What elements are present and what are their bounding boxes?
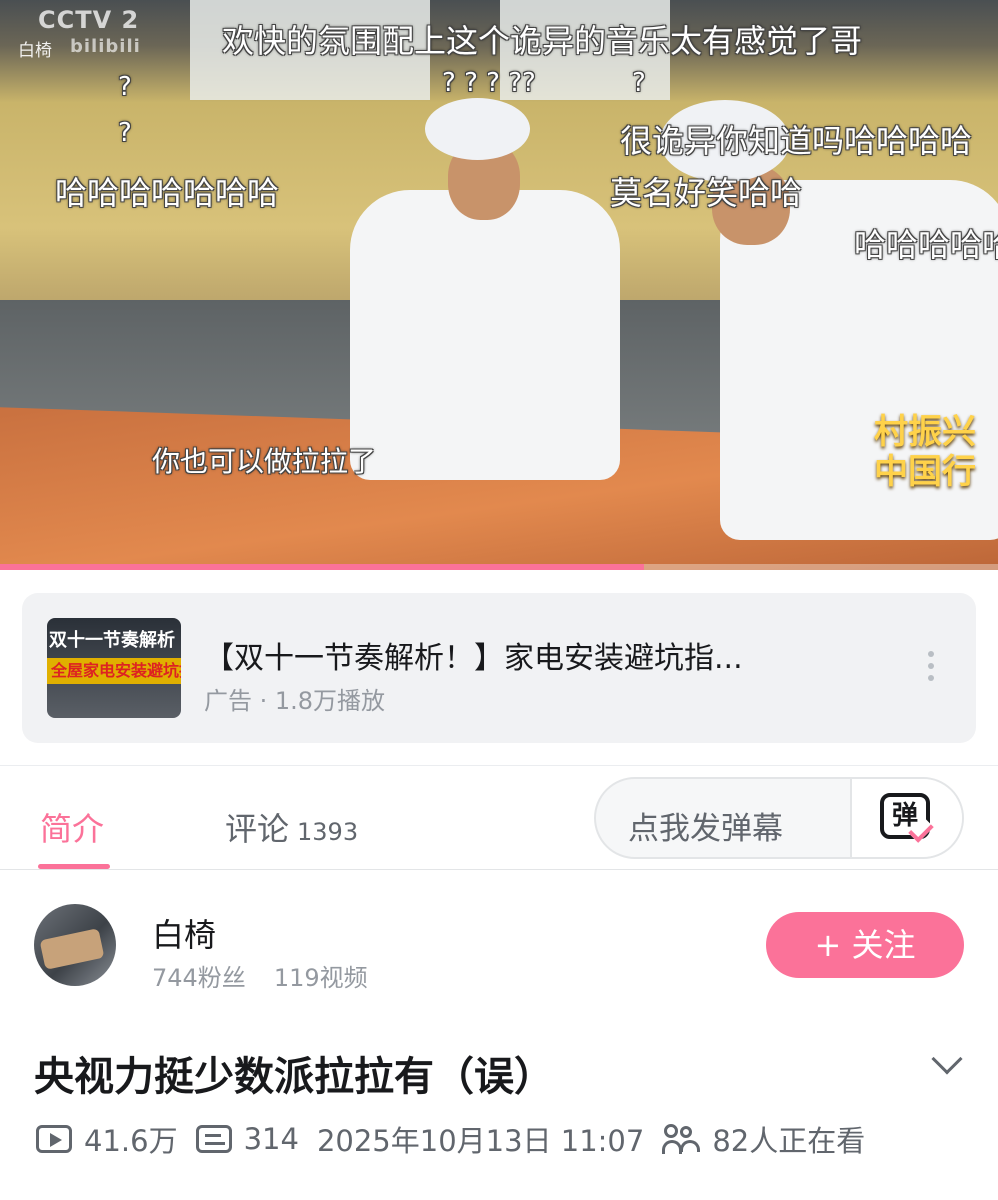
- chevron-down-icon[interactable]: [931, 1043, 963, 1075]
- uploader-videos: 119视频: [273, 964, 368, 992]
- danmaku-comment: ? ? ? ??: [442, 68, 536, 98]
- avatar[interactable]: [34, 904, 116, 986]
- program-brand-logo: 村振兴 中国行: [874, 412, 976, 492]
- channel-logo: CCTV 2: [38, 6, 140, 34]
- danmaku-comment: ?: [118, 72, 132, 102]
- play-icon: [36, 1125, 72, 1153]
- tab-comments-label: 评论: [225, 810, 290, 848]
- uploader-name[interactable]: 白椅: [152, 910, 216, 956]
- ad-card[interactable]: 双十一节奏解析 全屋家电安装避坑指南 【双十一节奏解析！】家电安装避坑指... …: [22, 593, 976, 743]
- tab-intro-label: 简介: [40, 810, 105, 848]
- comments-count: 1393: [297, 818, 359, 846]
- follow-button[interactable]: + 关注: [766, 912, 964, 978]
- video-title: 央视力挺少数派拉拉有（误）: [34, 1054, 554, 1100]
- danmaku-comment: 莫名好笑哈哈: [610, 174, 803, 212]
- channel-sub: 白椅: [18, 41, 52, 61]
- ad-thumbnail-text: 全屋家电安装避坑指南: [47, 658, 181, 684]
- uploader-fans: 744粉丝: [152, 964, 246, 992]
- uploader-stats: 744粉丝 119视频: [152, 958, 396, 993]
- uploader-row: 白椅 744粉丝 119视频 + 关注: [0, 880, 998, 1010]
- danmaku-icon: [195, 1125, 232, 1153]
- worker-figure: [350, 190, 620, 480]
- brand-line: 中国行: [874, 452, 976, 492]
- danmaku-count: 314: [195, 1122, 299, 1156]
- tab-comments[interactable]: 评论 1393: [225, 804, 358, 850]
- bilibili-watermark: bilibili: [70, 36, 141, 57]
- more-vertical-icon[interactable]: [928, 651, 936, 687]
- ad-thumbnail[interactable]: 双十一节奏解析 全屋家电安装避坑指南: [47, 618, 181, 718]
- ad-title[interactable]: 【双十一节奏解析！】家电安装避坑指...: [204, 633, 743, 677]
- danmaku-comment: 哈哈哈哈哈: [854, 226, 998, 264]
- danmaku-comment: ?: [118, 118, 132, 148]
- worker-hat: [425, 98, 530, 160]
- view-count: 41.6万: [36, 1118, 178, 1160]
- tab-intro[interactable]: 简介: [40, 804, 104, 850]
- active-tab-indicator: [38, 864, 110, 869]
- danmaku-input[interactable]: 点我发弹幕 弹: [594, 777, 964, 859]
- danmaku-toggle-button[interactable]: 弹: [850, 779, 962, 857]
- watching-count: 82人正在看: [662, 1118, 865, 1160]
- video-stats: 41.6万 314 2025年10月13日 11:07 82人正在看: [36, 1118, 883, 1160]
- danmaku-input-placeholder: 点我发弹幕: [628, 811, 783, 847]
- ad-meta: 广告 · 1.8万播放: [204, 687, 386, 715]
- danmaku-comment: ?: [632, 68, 646, 98]
- danmaku-comment: 欢快的氛围配上这个诡异的音乐太有感觉了哥: [222, 22, 863, 60]
- publish-date-value: 2025年10月13日 11:07: [316, 1124, 645, 1158]
- danmaku-comment: 哈哈哈哈哈哈哈: [55, 174, 280, 212]
- ad-thumbnail-text: 双十一节奏解析: [49, 630, 175, 651]
- danmaku-count-value: 314: [243, 1122, 299, 1156]
- watching-count-value: 82人正在看: [712, 1124, 866, 1158]
- view-count-value: 41.6万: [84, 1124, 178, 1158]
- video-progress-fill: [0, 564, 644, 570]
- brand-line: 村振兴: [874, 412, 976, 452]
- video-player[interactable]: CCTV 2 白椅 bilibili 欢快的氛围配上这个诡异的音乐太有感觉了哥 …: [0, 0, 998, 570]
- danmaku-comment: 很诡异你知道吗哈哈哈哈: [620, 122, 973, 160]
- publish-date: 2025年10月13日 11:07: [317, 1118, 644, 1160]
- video-progress-bar[interactable]: [0, 564, 998, 570]
- people-icon: [662, 1124, 702, 1154]
- video-subtitle: 你也可以做拉拉了: [152, 445, 377, 478]
